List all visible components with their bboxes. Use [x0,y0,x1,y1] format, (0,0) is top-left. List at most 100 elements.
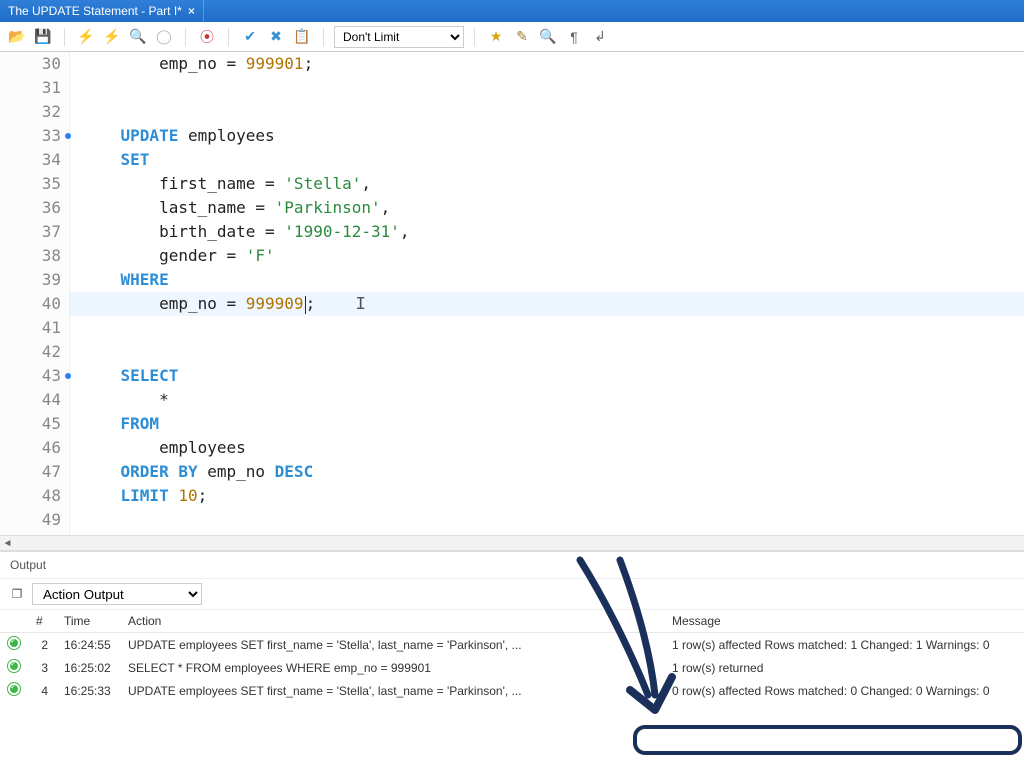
horizontal-scrollbar[interactable]: ◄ [0,535,1024,550]
toggle-panel-icon[interactable]: ¶ [563,26,585,48]
copy-icon[interactable]: ❐ [8,585,26,603]
close-icon[interactable]: × [188,4,195,18]
col-action: Action [120,610,664,633]
gutter: 42 [0,340,70,364]
code-line[interactable]: 46 employees [0,436,1024,460]
check-icon[interactable]: ✔ [239,26,261,48]
row-action: SELECT * FROM employees WHERE emp_no = 9… [120,656,664,679]
code-text[interactable]: first_name = 'Stella', [70,172,1024,196]
code-line[interactable]: 36 last_name = 'Parkinson', [0,196,1024,220]
beautify-icon[interactable]: ✎ [511,26,533,48]
code-text[interactable]: SELECT [70,364,1024,388]
code-text[interactable]: SET [70,148,1024,172]
code-text[interactable] [70,508,1024,532]
output-title: Output [0,552,1024,578]
code-line[interactable]: 40 emp_no = 999909;I [0,292,1024,316]
code-text[interactable]: ORDER BY emp_no DESC [70,460,1024,484]
code-text[interactable] [70,340,1024,364]
code-text[interactable]: employees [70,436,1024,460]
code-text[interactable]: WHERE [70,268,1024,292]
row-time: 16:24:55 [56,633,120,657]
i-beam-icon: I [355,293,366,317]
execute-current-icon[interactable]: ⚡ [101,26,123,48]
gutter: 34 [0,148,70,172]
code-line[interactable]: 42 [0,340,1024,364]
success-icon [8,683,20,695]
statement-marker-icon [65,373,71,379]
gutter: 43 [0,364,70,388]
save-icon[interactable]: 💾 [32,26,54,48]
row-number: 2 [28,633,56,657]
output-mode-select[interactable]: Action Output [32,583,202,605]
code-line[interactable]: 33 UPDATE employees [0,124,1024,148]
code-text[interactable]: UPDATE employees [70,124,1024,148]
code-text[interactable] [70,100,1024,124]
gutter: 36 [0,196,70,220]
output-table: # Time Action Message 216:24:55UPDATE em… [0,610,1024,702]
gutter: 37 [0,220,70,244]
gutter: 49 [0,508,70,532]
code-line[interactable]: 48 LIMIT 10; [0,484,1024,508]
row-message: 1 row(s) affected Rows matched: 1 Change… [664,633,1024,657]
code-text[interactable]: LIMIT 10; [70,484,1024,508]
settings-icon[interactable]: 📋 [291,26,313,48]
code-line[interactable]: 41 [0,316,1024,340]
gutter: 41 [0,316,70,340]
gutter: 50 [0,532,70,535]
code-text[interactable]: birth_date = '1990-12-31', [70,220,1024,244]
code-line[interactable]: 35 first_name = 'Stella', [0,172,1024,196]
favorite-icon[interactable]: ★ [485,26,507,48]
tab-query[interactable]: The UPDATE Statement - Part I* × [0,0,204,22]
code-line[interactable]: 37 birth_date = '1990-12-31', [0,220,1024,244]
execute-icon[interactable]: ⚡ [75,26,97,48]
gutter: 47 [0,460,70,484]
code-line[interactable]: 47 ORDER BY emp_no DESC [0,460,1024,484]
find-icon[interactable]: 🔍 [537,26,559,48]
limit-select[interactable]: Don't Limit [334,26,464,48]
code-text[interactable]: gender = 'F' [70,244,1024,268]
col-num: # [28,610,56,633]
scroll-left-icon[interactable]: ◄ [0,536,15,551]
gutter: 38 [0,244,70,268]
gutter: 45 [0,412,70,436]
row-message: 1 row(s) returned [664,656,1024,679]
gutter: 35 [0,172,70,196]
code-line[interactable]: 39 WHERE [0,268,1024,292]
code-line[interactable]: 44 * [0,388,1024,412]
code-line[interactable]: 31 [0,76,1024,100]
row-action: UPDATE employees SET first_name = 'Stell… [120,633,664,657]
open-icon[interactable]: 📂 [6,26,28,48]
explain-icon[interactable]: 🔍 [127,26,149,48]
output-row[interactable]: 316:25:02SELECT * FROM employees WHERE e… [0,656,1024,679]
gutter: 30 [0,52,70,76]
code-text[interactable]: last_name = 'Parkinson', [70,196,1024,220]
code-text[interactable]: FROM [70,412,1024,436]
row-action: UPDATE employees SET first_name = 'Stell… [120,679,664,702]
success-icon [8,637,20,649]
code-line[interactable]: 38 gender = 'F' [0,244,1024,268]
code-line[interactable]: 43 SELECT [0,364,1024,388]
code-text[interactable]: emp_no = 999901; [70,52,1024,76]
row-message: 0 row(s) affected Rows matched: 0 Change… [664,679,1024,702]
code-text[interactable] [70,76,1024,100]
statement-marker-icon [65,133,71,139]
code-text[interactable] [70,316,1024,340]
cancel-icon[interactable]: ✖ [265,26,287,48]
commit-icon[interactable]: ⦿ [196,26,218,48]
output-row[interactable]: 216:24:55UPDATE employees SET first_name… [0,633,1024,657]
output-row[interactable]: 416:25:33UPDATE employees SET first_name… [0,679,1024,702]
code-line[interactable]: 49 [0,508,1024,532]
tab-bar: The UPDATE Statement - Part I* × [0,0,1024,22]
wrap-icon[interactable]: ↲ [589,26,611,48]
editor[interactable]: 30 emp_no = 999901;313233 UPDATE employe… [0,52,1024,551]
code-text[interactable]: * [70,388,1024,412]
code-text[interactable]: emp_no = 999909;I [70,292,1024,316]
code-line[interactable]: 32 [0,100,1024,124]
code-line[interactable]: 30 emp_no = 999901; [0,52,1024,76]
stop-icon[interactable]: ◯ [153,26,175,48]
gutter: 31 [0,76,70,100]
row-time: 16:25:33 [56,679,120,702]
code-line[interactable]: 45 FROM [0,412,1024,436]
code-line[interactable]: 34 SET [0,148,1024,172]
gutter: 32 [0,100,70,124]
